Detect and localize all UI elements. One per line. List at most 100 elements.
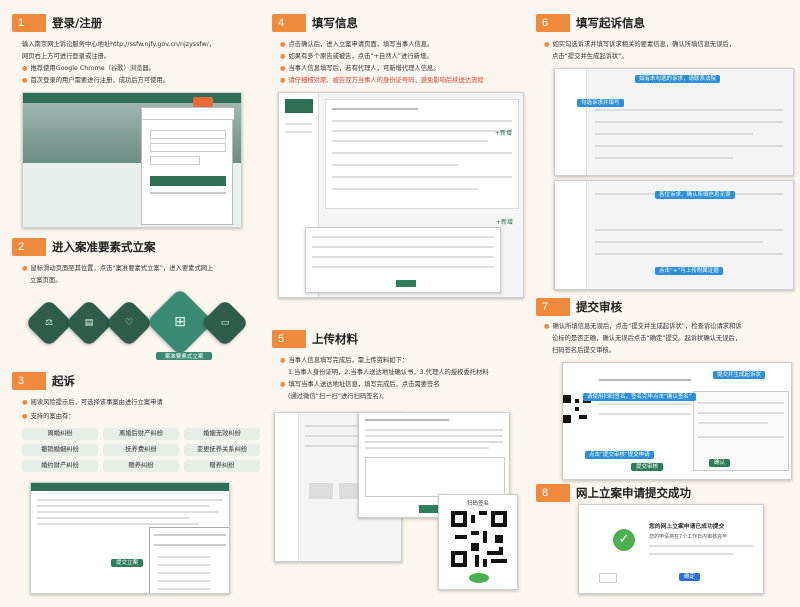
submit-review-hint-tag: 点击“提交审核”提交申请 [585,451,654,459]
nav-item[interactable] [285,131,312,133]
register-highlight[interactable] [193,97,213,107]
form-field[interactable] [332,140,488,142]
hex-item[interactable]: ⚖ [24,298,74,348]
login-button[interactable] [150,176,226,186]
sign-hint-tag: 请使用扫码签名，签名完毕点击“确认签名” [583,393,696,401]
text-line [595,157,733,159]
bullet-dot: ● [544,323,550,330]
step-title: 登录/注册 [52,16,103,30]
form-field[interactable] [332,130,512,132]
step-4-line-3: ● 当事人信息填写后，若有代理人，可新增代理人信息。 [280,64,440,74]
text-line [698,412,784,414]
step-1-line-2: 网页右上方可进行登录或注册。 [22,53,111,60]
check-icon: ✓ [613,529,635,551]
step-5-line-4: (通过微信“扫一扫”进行扫码签名)。 [288,393,388,400]
step-2-header: 2 进入案准要素式立案 [12,238,156,256]
step-6-line-2: 点击“提交并生成起诉状”。 [552,53,628,60]
text-line [365,435,503,437]
upload-slot[interactable] [309,483,333,499]
bullet-text: 当事人信息填写后，若有代理人，可新增代理人信息。 [288,65,440,72]
text-line [698,402,784,404]
review-screenshot: 提交并生成起诉状 请使用扫码签名，签名完毕点击“确认签名” 点击“提交审核”提交… [562,362,792,480]
step-title: 进入案准要素式立案 [52,240,156,254]
dialog-field[interactable] [312,256,494,258]
text-line [595,133,753,135]
step-title: 起诉 [52,374,75,388]
text-line [37,517,189,519]
login-panel[interactable] [141,107,234,225]
cause-dropdown[interactable] [149,527,229,593]
username-input[interactable] [150,130,226,139]
add-agent-link[interactable]: +新增 [496,217,513,226]
bullet-dot: ● [280,53,286,60]
warning-text: 请仔细核对原、被告双方当事人的身份证号码，避免影响后续送达流程 [288,77,484,84]
dialog-field[interactable] [312,236,494,238]
form-panel: +新增 [325,99,519,209]
dropdown-field[interactable] [154,534,226,536]
text-line [595,253,783,255]
case-select-screenshot: 提交立案 [30,482,230,594]
bullet-text: 首次登录的用户需要进行注册，成功后方可使用。 [30,77,170,84]
success-ok-button[interactable]: 确定 [679,573,701,581]
site-header-bar [31,483,229,491]
case-type: 离婚后财产纠纷 [103,428,179,440]
password-input[interactable] [150,143,226,152]
confirm-button[interactable]: 确认 [709,459,731,467]
secondary-button[interactable] [599,573,617,583]
sidebar [555,181,587,289]
dialog-field[interactable] [312,246,494,248]
grid-icon: ⊞ [174,314,186,330]
case-type: 变更抚养关系纠纷 [184,444,260,456]
hex-item[interactable]: ▤ [64,298,114,348]
hex-label[interactable]: 案准要素式立案 [156,352,212,360]
address-table [365,457,505,497]
form-field[interactable] [332,152,512,154]
step-number: 6 [536,14,570,32]
form-field[interactable] [332,188,478,190]
bullet-text: 支持的案由有： [30,413,75,420]
add-party-link[interactable]: +新增 [495,128,512,137]
party-info-screenshot: +新增 +新增 [278,92,524,298]
nav-item[interactable] [285,123,312,125]
dropdown-option[interactable] [158,556,210,558]
submit-generate-tag[interactable]: 提交并生成起诉状 [713,371,766,379]
dropdown-option[interactable] [158,572,210,574]
step-7-line-2: 讼标的是否正确，确认无误后点击“确定”提交。起诉状确认无误后， [552,335,742,342]
bullet-text: 如果有多个原告或被告，点击“+自然人”进行新增。 [288,53,433,60]
step-1-line-1: 输入南京网上诉讼服务中心地址http://ssfw.njfy.gov.cn/nj… [22,41,216,48]
bullet-text: 推荐使用Google Chrome（谷歌）浏览器。 [30,65,155,72]
text-line [365,429,503,431]
submit-filing-button[interactable]: 提交立案 [111,559,144,567]
claims-screenshot-2: 各位诉求，确认所填信息无误 点击“+”可上传附属证据 [554,180,794,290]
step-7-line-3: 扫码签名后提交审核。 [552,347,615,354]
form-field[interactable] [332,120,512,122]
sidebar [555,69,587,175]
submit-review-button[interactable]: 提交审核 [631,463,664,471]
text-line [595,241,763,243]
step-number: 1 [12,14,46,32]
step-title: 网上立案申请提交成功 [576,486,691,500]
dropdown-field[interactable] [154,544,226,546]
dropdown-option[interactable] [158,588,210,590]
form-field[interactable] [332,176,512,178]
login-screenshot [22,92,242,228]
case-types-grid: 离婚纠纷 离婚后财产纠纷 婚姻无效纠纷 撤销婚姻纠纷 抚养费纠纷 变更抚养关系纠… [22,428,260,472]
hint-tag: 如有未勾选的诉求，请联系法院 [635,75,721,83]
step-5-line-1: ● 当事人信息填写完成后，需上传资料如下： [280,356,408,366]
text-line [698,422,768,424]
dropdown-option[interactable] [158,580,210,582]
hex-item[interactable]: ♡ [104,298,154,348]
doc-title [365,419,449,421]
step-6-header: 6 填写起诉信息 [536,14,645,32]
step-3-header: 3 起诉 [12,372,75,390]
hint-tag: 勾选诉求并填写 [577,99,624,107]
hex-item[interactable]: ▭ [200,298,250,348]
step-6-line-1: ● 如实勾选诉求并填写诉求相关的要素信息，确认所填信息无误后， [544,40,735,50]
form-field[interactable] [332,164,458,166]
dialog-field[interactable] [312,266,494,268]
captcha-input[interactable] [150,156,200,165]
document-icon: ▤ [84,318,94,328]
dialog-confirm-button[interactable] [396,280,416,287]
dropdown-option[interactable] [158,564,210,566]
bullet-dot: ● [280,77,286,84]
